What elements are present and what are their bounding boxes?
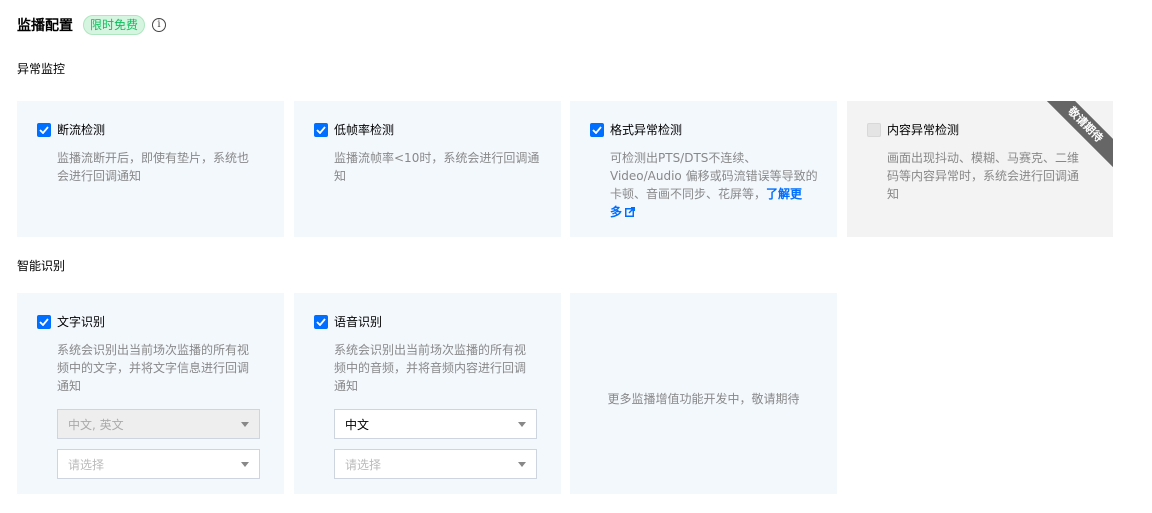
content-desc: 画面出现抖动、模糊、马赛克、二维 码等内容异常时，系统会进行回调通 知	[887, 151, 1080, 201]
speech-language-select[interactable]: 中文	[334, 409, 537, 439]
text-ocr-desc: 系统会识别出当前场次监播的所有视 频中的文字，并将文字信息进行回调 通知	[57, 343, 250, 393]
stream-cut-label: 断流检测	[57, 123, 106, 137]
stream-cut-desc: 监播流断开后，即使有垫片，系统也 会进行回调通知	[57, 151, 250, 183]
low-fps-desc: 监播流帧率<10时，系统会进行回调通 知	[334, 151, 540, 183]
speech-checkbox[interactable]	[314, 314, 328, 329]
content-option: 内容异常检测	[867, 121, 959, 138]
format-label: 格式异常检测	[610, 123, 683, 137]
card-format: 格式异常检测 可检测出PTS/DTS不连续、 Video/Audio 偏移或码流…	[570, 101, 837, 237]
text-ocr-checkbox[interactable]	[37, 314, 51, 329]
more-coming-text: 更多监播增值功能开发中，敬请期待	[607, 392, 800, 406]
low-fps-option[interactable]: 低帧率检测	[314, 121, 394, 138]
card-stream-cut: 断流检测 监播流断开后，即使有垫片，系统也 会进行回调通知	[17, 101, 284, 237]
text-ocr-label: 文字识别	[57, 315, 106, 329]
stream-cut-option[interactable]: 断流检测	[37, 121, 105, 138]
speech-option[interactable]: 语音识别	[314, 313, 382, 330]
text-ocr-option[interactable]: 文字识别	[37, 313, 105, 330]
chevron-down-icon	[241, 461, 249, 467]
low-fps-checkbox[interactable]	[314, 122, 328, 137]
chevron-down-icon	[518, 421, 526, 427]
format-option[interactable]: 格式异常检测	[590, 121, 682, 138]
low-fps-label: 低帧率检测	[334, 123, 395, 137]
card-content: 敬请期待 内容异常检测 画面出现抖动、模糊、马赛克、二维 码等内容异常时，系统会…	[847, 101, 1113, 237]
format-checkbox[interactable]	[590, 122, 604, 137]
speech-desc: 系统会识别出当前场次监播的所有视 频中的音频，并将音频内容进行回调 通知	[334, 343, 527, 393]
stream-cut-checkbox[interactable]	[37, 122, 51, 137]
card-text-ocr: 文字识别 系统会识别出当前场次监播的所有视 频中的文字，并将文字信息进行回调 通…	[17, 293, 284, 494]
text-ocr-language-select: 中文, 英文	[57, 409, 260, 439]
content-label: 内容异常检测	[887, 123, 960, 137]
content-checkbox	[867, 122, 881, 137]
chevron-down-icon	[518, 461, 526, 467]
format-desc: 可检测出PTS/DTS不连续、 Video/Audio 偏移或码流错误等导致的 …	[610, 149, 818, 222]
card-low-fps: 低帧率检测 监播流帧率<10时，系统会进行回调通 知	[294, 101, 561, 237]
speech-option-select[interactable]: 请选择	[334, 449, 537, 479]
external-link-icon[interactable]	[625, 204, 636, 222]
text-ocr-option-select[interactable]: 请选择	[57, 449, 260, 479]
learn-more-link[interactable]: 了解更	[766, 187, 802, 201]
info-icon[interactable]: i	[152, 18, 167, 32]
card-more-coming: 更多监播增值功能开发中，敬请期待	[570, 293, 837, 494]
free-badge: 限时免费	[83, 15, 146, 35]
section-title-abnormal: 异常监控	[17, 62, 66, 76]
page-header: 监播配置 限时免费 i	[17, 14, 167, 36]
card-speech: 语音识别 系统会识别出当前场次监播的所有视 频中的音频，并将音频内容进行回调 通…	[294, 293, 561, 494]
page-title: 监播配置	[17, 18, 73, 34]
learn-more-link-cont[interactable]: 多	[610, 205, 622, 219]
speech-label: 语音识别	[334, 315, 383, 329]
section-title-smart: 智能识别	[17, 259, 66, 273]
chevron-down-icon	[241, 421, 249, 427]
